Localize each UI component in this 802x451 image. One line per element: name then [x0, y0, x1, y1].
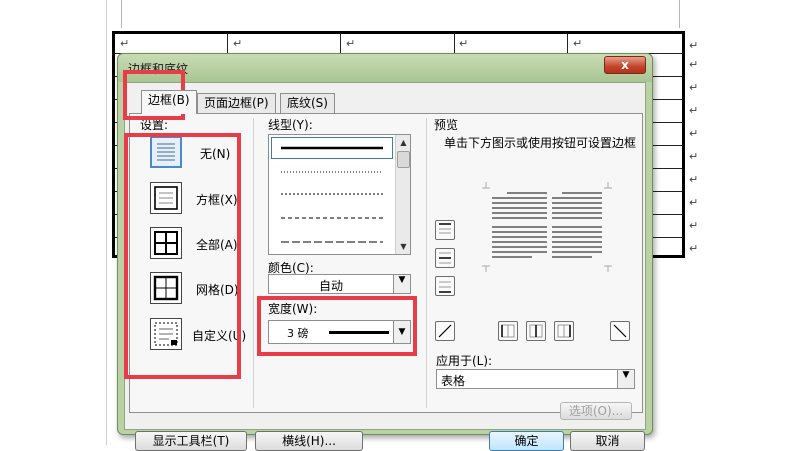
diagonal-up-icon	[438, 324, 452, 338]
preview-text-row	[492, 207, 547, 209]
chevron-down-icon[interactable]: ▼	[393, 275, 410, 293]
scroll-down-icon[interactable]: ▼	[397, 240, 410, 253]
border-left-button[interactable]	[498, 321, 518, 341]
separator	[426, 118, 427, 408]
preview-text-row	[552, 251, 602, 253]
preview-text-row	[552, 256, 592, 258]
preview-text-row	[552, 202, 602, 204]
show-toolbar-button[interactable]: 显示工具栏(T)	[135, 431, 247, 451]
preview-text-row	[492, 212, 547, 214]
preview-text-row	[492, 202, 547, 204]
page-guide-line	[679, 0, 680, 28]
scroll-up-icon[interactable]: ▲	[397, 136, 410, 149]
ok-button[interactable]: 确定	[489, 431, 564, 451]
preview-text-row	[552, 246, 602, 248]
row-end-mark: ↵	[689, 39, 699, 52]
preview-text-row	[552, 217, 602, 219]
border-right-button[interactable]	[554, 321, 574, 341]
diagonal-down-icon	[613, 324, 627, 338]
preview-text-row	[507, 192, 547, 194]
close-button[interactable]: x	[604, 56, 646, 74]
apply-to-label: 应用于(L):	[436, 354, 493, 368]
highlight-width-combo	[257, 296, 417, 356]
row-end-mark: ↵	[689, 196, 699, 209]
preview-hint: 单击下方图示或使用按钮可设置边框	[444, 136, 637, 150]
page-guide-line	[121, 0, 122, 28]
preview-text-row	[552, 226, 602, 228]
tab-shading[interactable]: 底纹(S)	[280, 93, 335, 113]
border-bottom-icon	[439, 281, 451, 293]
preview-text-row	[492, 236, 547, 238]
preview-label: 预览	[434, 118, 459, 132]
row-end-mark: ↵	[689, 173, 699, 186]
border-middle-button[interactable]	[435, 248, 455, 268]
highlight-settings-column	[124, 133, 241, 379]
row-end-mark: ↵	[689, 81, 699, 94]
cancel-button[interactable]: 取消	[570, 431, 645, 451]
preview-text-row	[492, 217, 547, 219]
preview-text-row	[492, 226, 547, 228]
preview-text-row	[492, 256, 532, 258]
document-left-margin	[0, 0, 106, 445]
row-end-mark: ↵	[689, 219, 699, 232]
cell-mark: ↵	[459, 37, 469, 50]
apply-to-combo[interactable]: 表格 ▼	[436, 369, 635, 389]
preview-text-row	[552, 207, 602, 209]
tab-label: 边框(B)	[148, 93, 190, 107]
row-end-mark: ↵	[689, 150, 699, 163]
border-inside-vertical-icon	[529, 324, 543, 338]
separator	[253, 118, 254, 408]
close-icon: x	[621, 58, 629, 72]
tab-label: 页面边框(P)	[204, 96, 269, 110]
diagonal-down-right-button[interactable]	[610, 321, 630, 341]
line-style-list[interactable]: ▲ ▼	[268, 134, 411, 255]
border-top-button[interactable]	[435, 220, 455, 240]
dialog-titlebar[interactable]: 边框和底纹 x	[118, 54, 652, 82]
border-right-icon	[557, 324, 571, 338]
preview-text-row	[552, 197, 602, 199]
preview-text-row	[492, 231, 547, 233]
color-combo[interactable]: 自动 ▼	[268, 274, 411, 294]
row-end-mark: ↵	[689, 58, 699, 71]
preview-canvas[interactable]	[482, 182, 612, 272]
preview-text-row	[552, 212, 602, 214]
preview-text-row	[492, 241, 547, 243]
preview-text-row	[492, 197, 547, 199]
cell-mark: ↵	[346, 37, 356, 50]
line-style-label: 线型(Y):	[268, 118, 313, 132]
chevron-down-icon[interactable]: ▼	[617, 370, 634, 388]
horizontal-line-button[interactable]: 横线(H)...	[255, 431, 363, 451]
cell-mark: ↵	[120, 37, 130, 50]
preview-text-row	[562, 192, 602, 194]
border-center-button[interactable]	[526, 321, 546, 341]
cell-mark: ↵	[573, 37, 583, 50]
options-button[interactable]: 选项(O)...	[560, 402, 632, 420]
color-value: 自动	[319, 279, 344, 293]
border-bottom-button[interactable]	[435, 276, 455, 296]
preview-text-row	[552, 241, 602, 243]
line-style-previews	[281, 146, 383, 243]
tab-label: 底纹(S)	[287, 96, 328, 110]
preview-text-row	[492, 246, 547, 248]
diagonal-down-button[interactable]	[435, 321, 455, 341]
border-inside-horizontal-icon	[439, 252, 451, 264]
apply-to-value: 表格	[441, 374, 466, 388]
cell-mark: ↵	[233, 37, 243, 50]
border-left-icon	[501, 324, 515, 338]
preview-text-row	[492, 251, 547, 253]
tab-borders[interactable]: 边框(B)	[141, 90, 197, 114]
row-end-mark: ↵	[689, 127, 699, 140]
row-end-mark: ↵	[689, 242, 699, 255]
page-guide-line	[106, 0, 107, 445]
preview-text-row	[552, 236, 602, 238]
border-top-icon	[439, 223, 451, 234]
line-style-scrollbar[interactable]: ▲ ▼	[395, 135, 410, 254]
tab-page-border[interactable]: 页面边框(P)	[197, 93, 276, 113]
row-end-mark: ↵	[689, 104, 699, 117]
preview-text-row	[552, 231, 602, 233]
scroll-thumb[interactable]	[397, 151, 410, 168]
